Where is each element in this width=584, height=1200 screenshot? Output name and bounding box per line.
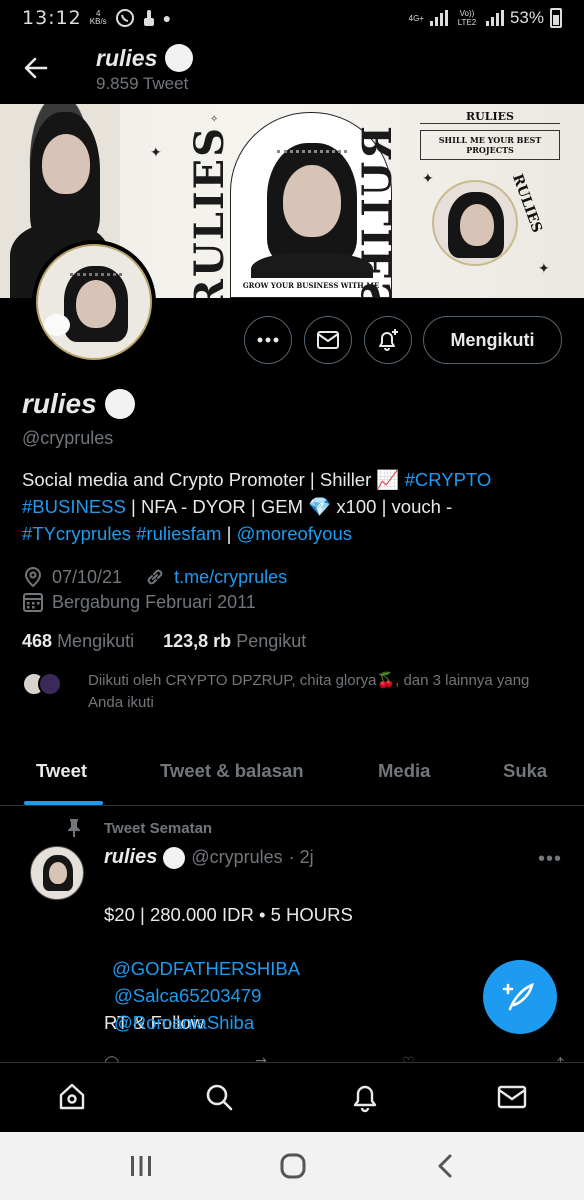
profile-handle: @cryprules <box>22 428 114 448</box>
profile-location: 07/10/21 <box>52 566 123 587</box>
following-count-link[interactable]: 468 Mengikuti <box>22 631 134 651</box>
back-button-icon[interactable] <box>434 1152 458 1180</box>
whatsapp-icon <box>115 9 134 27</box>
battery-percent: 53% <box>509 8 544 27</box>
home-button-icon[interactable] <box>279 1152 307 1180</box>
profile-bio: Social media and Crypto Promoter | Shill… <box>22 469 492 544</box>
banner-word-left: RULIES <box>186 126 233 298</box>
tweet-more-icon[interactable]: ••• <box>538 848 562 871</box>
tweet-mentions: @GODFATHERSHIBA @Salca65203479 @RomaniaS… <box>104 955 300 1036</box>
mention-link[interactable]: @GODFATHERSHIBA <box>104 955 300 982</box>
banner-panel-text: SHILL ME YOUR BEST PROJECTS <box>420 130 560 160</box>
status-time: 13:12 <box>22 7 82 29</box>
envelope-icon <box>317 331 339 349</box>
touch-icon <box>143 10 154 26</box>
mention-link[interactable]: @Salca65203479 <box>104 982 300 1009</box>
tweet-header: rulies @cryprules · 2j <box>104 846 314 869</box>
white-circle-icon <box>165 44 194 72</box>
more-options-button[interactable] <box>244 316 292 364</box>
message-button[interactable] <box>304 316 352 364</box>
net-speed: 4 KB/s <box>89 9 107 26</box>
tweet-count: 9.859 Tweet <box>96 74 189 93</box>
banner-word-mirror: RULIES <box>354 126 401 298</box>
link-icon <box>147 569 163 585</box>
tweet-author-name[interactable]: rulies <box>104 846 157 869</box>
follow-counts: 468 Mengikuti 123,8 rb Pengikut <box>22 631 306 652</box>
mention-link[interactable]: @moreofyous <box>237 523 352 544</box>
mention-link[interactable]: @RomaniaShiba <box>104 1009 300 1036</box>
tweet-avatar[interactable] <box>30 846 84 900</box>
profile-joined-row: Bergabung Februari 2011 <box>22 591 256 613</box>
tweet-time: · 2j <box>288 847 314 867</box>
search-icon[interactable] <box>203 1081 235 1113</box>
profile-header: rulies 9.859 Tweet <box>0 36 584 102</box>
banner-small-photo <box>432 180 518 266</box>
followers-count-link[interactable]: 123,8 rb Pengikut <box>163 631 306 651</box>
tab-tweet[interactable]: Tweet <box>36 760 87 782</box>
status-right: 4G+ Vo)) LTE2 53% <box>409 8 562 28</box>
lte-label: Vo)) LTE2 <box>457 9 477 27</box>
banner-right-panel: RULIES SHILL ME YOUR BEST PROJECTS RULIE… <box>420 110 560 292</box>
white-circle-icon <box>163 846 186 869</box>
tweet-line-1: $20 | 280.000 IDR • 5 HOURS <box>104 904 353 925</box>
android-nav-bar <box>0 1132 584 1200</box>
profile-avatar[interactable] <box>32 240 156 364</box>
notifications-icon[interactable] <box>349 1081 381 1113</box>
signal-icon-2 <box>485 10 504 26</box>
calendar-icon <box>23 593 43 612</box>
bottom-nav <box>0 1062 584 1132</box>
home-icon[interactable] <box>56 1081 88 1113</box>
header-title: rulies <box>96 44 194 72</box>
tab-media[interactable]: Media <box>378 760 430 782</box>
white-circle-icon <box>104 389 135 419</box>
following-button[interactable]: Mengikuti <box>423 316 562 364</box>
hashtag-link[interactable]: #CRYPTO <box>405 469 492 490</box>
arrow-left-icon[interactable] <box>22 54 50 82</box>
header-name: rulies <box>96 44 158 71</box>
profile-tabs: Tweet Tweet & balasan Media Suka <box>0 744 584 806</box>
tweet-author-handle: @cryprules <box>191 847 283 867</box>
banner-panel-title: RULIES <box>420 110 560 124</box>
location-icon <box>24 566 42 588</box>
status-bar: 13:12 4 KB/s ● 4G+ Vo)) LTE2 53% <box>0 0 584 36</box>
messages-icon[interactable] <box>496 1081 528 1113</box>
pinned-label: Tweet Sematan <box>66 818 212 838</box>
active-tab-indicator <box>24 801 103 805</box>
compose-tweet-icon <box>502 982 534 1011</box>
avatar <box>38 672 62 696</box>
signal-icon <box>429 10 448 26</box>
pin-icon <box>68 819 80 837</box>
more-horizontal-icon <box>257 337 279 343</box>
profile-joined: Bergabung Februari 2011 <box>52 591 256 612</box>
hashtag-link[interactable]: #TYcryprules <box>22 523 131 544</box>
followed-by[interactable]: Diikuti oleh CRYPTO DPZRUP, chita glorya… <box>22 670 562 714</box>
profile-website-link[interactable]: t.me/cryprules <box>174 567 287 588</box>
hashtag-link[interactable]: #BUSINESS <box>22 496 126 517</box>
bell-plus-icon <box>379 329 398 351</box>
net-type: 4G+ <box>408 13 424 23</box>
followed-by-avatars <box>22 672 82 696</box>
notification-icons: ● <box>115 8 171 28</box>
followed-by-text: Diikuti oleh CRYPTO DPZRUP, chita glorya… <box>88 672 530 711</box>
profile-name: rulies <box>22 388 135 420</box>
profile-meta-row: 07/10/21 t.me/cryprules <box>22 566 287 588</box>
hashtag-link[interactable]: #ruliesfam <box>136 523 221 544</box>
tab-tweet-replies[interactable]: Tweet & balasan <box>160 760 304 782</box>
dot-icon: ● <box>162 10 172 26</box>
battery-icon <box>550 8 562 28</box>
compose-tweet-button[interactable] <box>483 960 557 1034</box>
notify-button[interactable] <box>364 316 412 364</box>
recent-apps-icon[interactable] <box>128 1152 154 1180</box>
tab-likes[interactable]: Suka <box>503 760 547 782</box>
